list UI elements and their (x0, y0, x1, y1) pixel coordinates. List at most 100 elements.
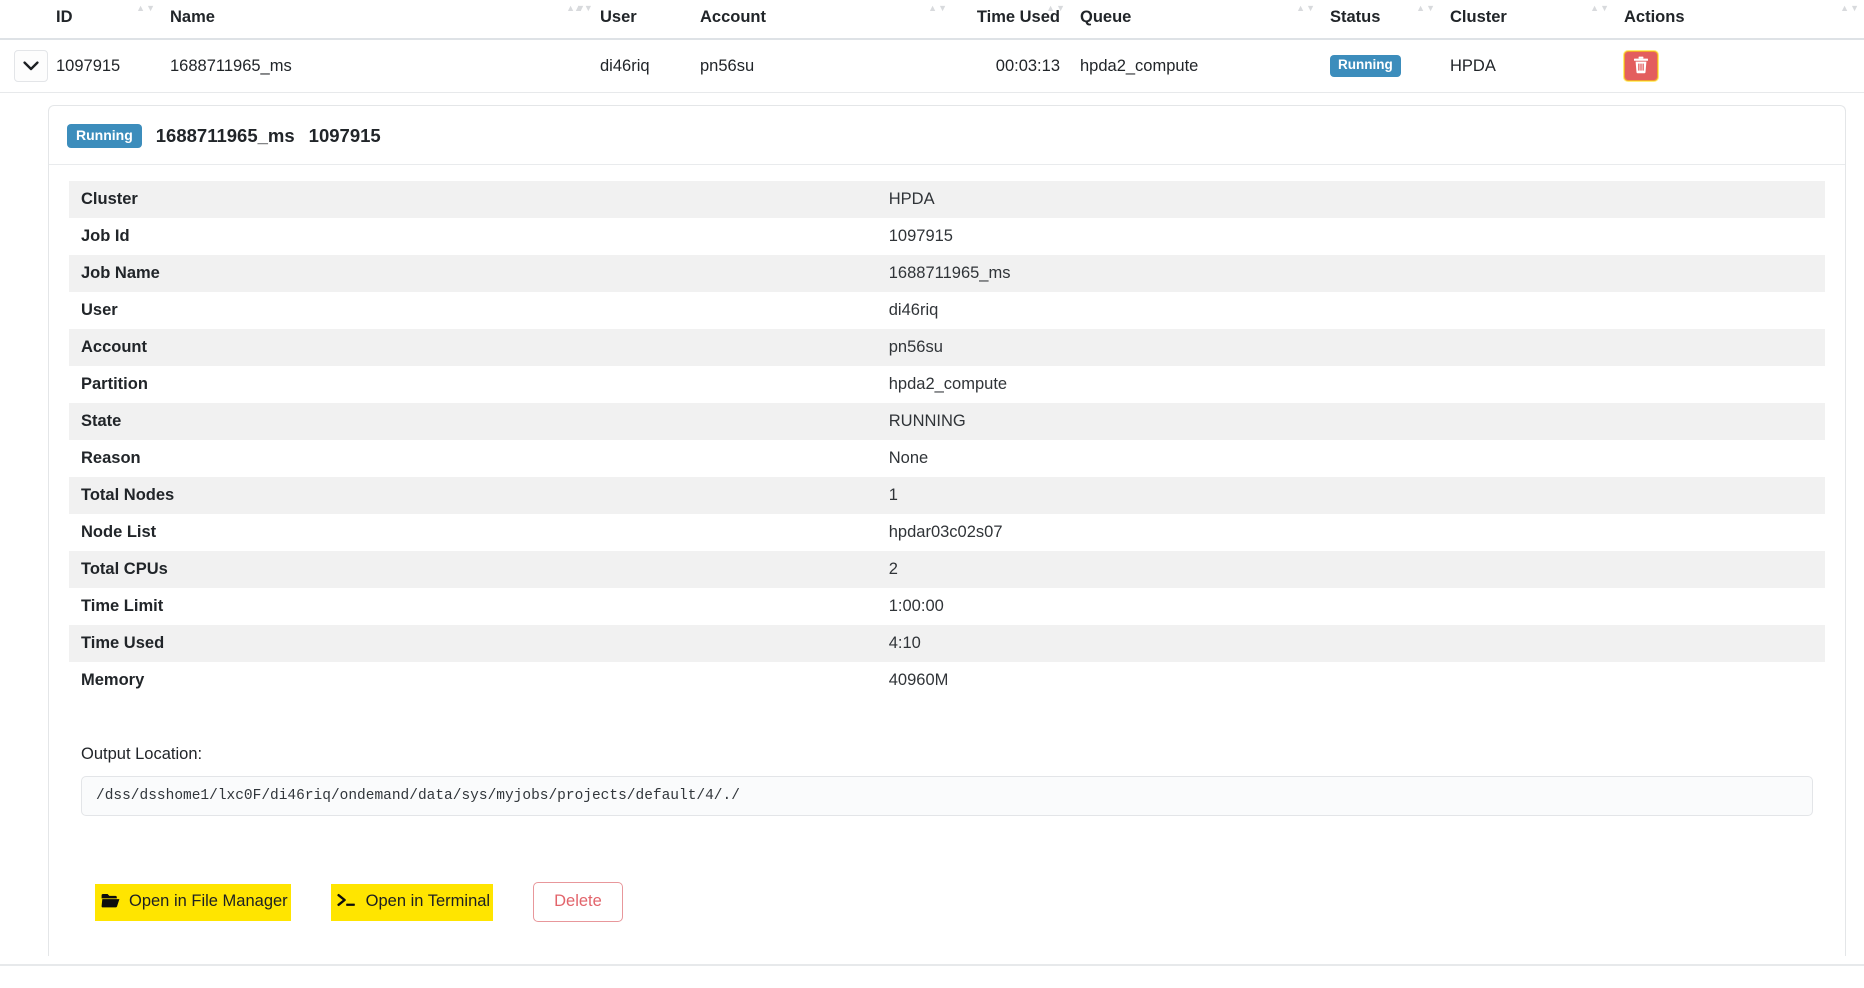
sort-icon-cluster[interactable]: ▲▼ (1590, 4, 1610, 13)
open-in-file-manager-button[interactable]: Open in File Manager (95, 883, 291, 921)
detail-job-name: 1688711965_ms (155, 125, 295, 147)
expanded-detail-row: Running 1688711965_ms 1097915 Cluster HP… (0, 92, 1864, 966)
open-in-terminal-label: Open in Terminal (365, 892, 491, 911)
property-row-node-list: Node List hpdar03c02s07 (69, 514, 1825, 552)
cell-cluster: HPDA (1440, 39, 1614, 93)
property-key: State (69, 403, 877, 441)
property-row-total-nodes: Total Nodes 1 (69, 477, 1825, 515)
property-row-job-id: Job Id 1097915 (69, 218, 1825, 256)
property-value: 4:10 (876, 625, 1825, 663)
column-header-cluster[interactable]: Cluster ▲▼ (1440, 0, 1614, 40)
property-value: hpda2_compute (876, 366, 1825, 404)
cell-status: Running (1320, 39, 1440, 93)
property-key: Memory (69, 662, 877, 700)
column-label-account: Account (700, 8, 766, 26)
folder-open-icon (101, 893, 120, 911)
jobs-table: ID ▲▼ Name ▲▼ User ▲▼ Account ▲▼ Time Us… (0, 0, 1864, 966)
property-key: Account (69, 329, 877, 367)
property-key: Time Limit (69, 588, 877, 626)
property-key: Job Id (69, 218, 877, 256)
cell-time-used: 00:03:13 (952, 39, 1070, 93)
property-value: 2 (876, 551, 1825, 589)
jobs-table-header-row: ID ▲▼ Name ▲▼ User ▲▼ Account ▲▼ Time Us… (0, 0, 1864, 40)
sort-icon-user[interactable]: ▲▼ (574, 4, 594, 13)
delete-button[interactable]: Delete (533, 882, 623, 922)
column-header-name[interactable]: Name ▲▼ (160, 0, 590, 40)
column-header-queue[interactable]: Queue ▲▼ (1070, 0, 1320, 40)
output-location-path[interactable]: /dss/dsshome1/lxc0F/di46riq/ondemand/dat… (81, 776, 1813, 817)
property-row-state: State RUNNING (69, 403, 1825, 441)
jobs-table-header: ID ▲▼ Name ▲▼ User ▲▼ Account ▲▼ Time Us… (0, 0, 1864, 40)
cell-account: pn56su (690, 39, 952, 93)
property-value: pn56su (876, 329, 1825, 367)
property-value: 1 (876, 477, 1825, 515)
jobs-page: ID ▲▼ Name ▲▼ User ▲▼ Account ▲▼ Time Us… (0, 0, 1864, 988)
job-detail-header: Running 1688711965_ms 1097915 (49, 120, 1845, 166)
expander-column-header (0, 0, 46, 40)
property-key: Time Used (69, 625, 877, 663)
property-key: Total CPUs (69, 551, 877, 589)
property-value: HPDA (876, 181, 1825, 219)
chevron-down-icon[interactable] (14, 50, 48, 82)
sort-icon-queue[interactable]: ▲▼ (1296, 4, 1316, 13)
column-label-actions: Actions (1624, 8, 1685, 26)
output-location-label: Output Location: (81, 745, 203, 764)
open-in-terminal-button[interactable]: Open in Terminal (330, 883, 494, 921)
property-key: Partition (69, 366, 877, 404)
property-row-time-limit: Time Limit 1:00:00 (69, 588, 1825, 626)
property-row-time-used: Time Used 4:10 (69, 625, 1825, 663)
property-value: 1097915 (876, 218, 1825, 256)
column-header-user[interactable]: User ▲▼ (574, 0, 690, 40)
delete-job-button[interactable] (1623, 50, 1659, 82)
property-value: hpdar03c02s07 (876, 514, 1825, 552)
property-value: di46riq (876, 292, 1825, 330)
trash-icon (1633, 56, 1649, 77)
property-key: Job Name (69, 255, 877, 293)
property-row-user: User di46riq (69, 292, 1825, 330)
expanded-detail-cell: Running 1688711965_ms 1097915 Cluster HP… (0, 92, 1864, 966)
sort-icon-id[interactable]: ▲▼ (136, 4, 156, 13)
job-detail-body: Cluster HPDA Job Id 1097915 Job Name 168… (49, 165, 1845, 956)
column-label-status: Status (1330, 8, 1381, 26)
cell-id: 1097915 (46, 39, 160, 93)
column-label-cluster: Cluster (1450, 8, 1507, 26)
open-in-file-manager-label: Open in File Manager (129, 892, 288, 911)
column-label-name: Name (170, 8, 215, 26)
property-key: Reason (69, 440, 877, 478)
property-row-partition: Partition hpda2_compute (69, 366, 1825, 404)
sort-icon-account[interactable]: ▲▼ (928, 4, 948, 13)
property-key: Cluster (69, 181, 877, 219)
column-label-queue: Queue (1080, 8, 1132, 26)
property-value: RUNNING (876, 403, 1825, 441)
job-properties-table: Cluster HPDA Job Id 1097915 Job Name 168… (69, 181, 1825, 700)
property-value: None (876, 440, 1825, 478)
job-detail-panel: Running 1688711965_ms 1097915 Cluster HP… (0, 105, 1864, 965)
property-row-account: Account pn56su (69, 329, 1825, 367)
property-row-memory: Memory 40960M (69, 662, 1825, 700)
job-properties-body: Cluster HPDA Job Id 1097915 Job Name 168… (69, 181, 1825, 700)
column-header-status[interactable]: Status ▲▼ (1320, 0, 1440, 40)
delete-button-label: Delete (554, 892, 602, 911)
sort-icon-actions[interactable]: ▲▼ (1840, 4, 1860, 13)
detail-status-badge: Running (67, 124, 142, 149)
sort-icon-time-used[interactable]: ▲▼ (1046, 4, 1066, 13)
property-row-reason: Reason None (69, 440, 1825, 478)
column-label-user: User (600, 8, 637, 26)
table-row[interactable]: 1097915 1688711965_ms di46riq pn56su 00:… (0, 39, 1864, 93)
cell-actions (1614, 39, 1864, 93)
property-key: Node List (69, 514, 877, 552)
sort-icon-status[interactable]: ▲▼ (1416, 4, 1436, 13)
column-header-account[interactable]: Account ▲▼ (690, 0, 952, 40)
terminal-icon (337, 893, 357, 911)
column-label-id: ID (56, 8, 73, 26)
status-badge: Running (1330, 55, 1401, 77)
column-header-actions[interactable]: Actions ▲▼ (1614, 0, 1864, 40)
property-row-job-name: Job Name 1688711965_ms (69, 255, 1825, 293)
column-header-id[interactable]: ID ▲▼ (46, 0, 160, 40)
property-row-cluster: Cluster HPDA (69, 181, 1825, 219)
property-value: 40960M (876, 662, 1825, 700)
job-action-buttons: Open in File Manager Open in Terminal De… (69, 816, 1825, 956)
job-detail-card: Running 1688711965_ms 1097915 Cluster HP… (48, 105, 1846, 956)
column-header-time-used[interactable]: Time Used ▲▼ (952, 0, 1070, 40)
jobs-table-body: 1097915 1688711965_ms di46riq pn56su 00:… (0, 39, 1864, 966)
